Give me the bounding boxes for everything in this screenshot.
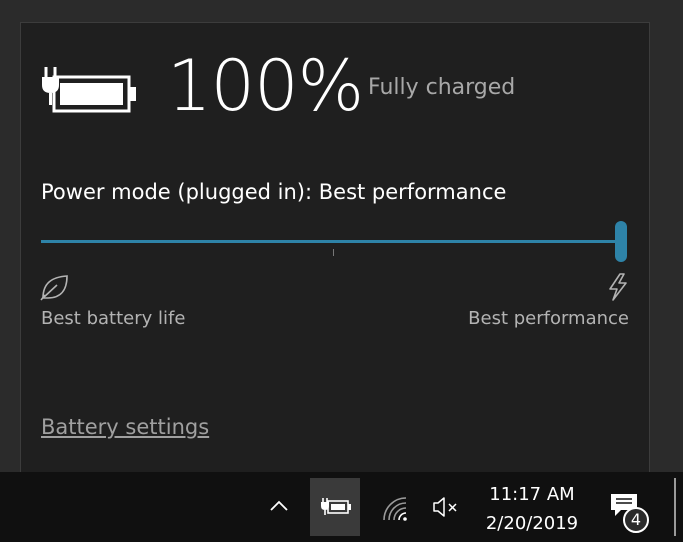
battery-plugged-icon: [41, 63, 141, 119]
slider-track[interactable]: [41, 240, 621, 243]
lightning-bolt-icon: [606, 273, 630, 305]
chevron-up-icon[interactable]: [268, 498, 290, 518]
slider-thumb[interactable]: [615, 221, 627, 262]
battery-tray-button[interactable]: [310, 478, 360, 536]
best-battery-life-label: Best battery life: [41, 308, 186, 329]
show-desktop-edge[interactable]: [674, 478, 676, 536]
power-mode-title: Power mode (plugged in): Best performanc…: [41, 180, 507, 204]
battery-status: Fully charged: [368, 75, 516, 100]
battery-percentage: 100%: [167, 45, 364, 127]
notification-count-badge: 4: [623, 507, 649, 533]
power-mode-slider[interactable]: [41, 221, 631, 266]
clock-time[interactable]: 11:17 AM: [480, 484, 584, 505]
battery-settings-link[interactable]: Battery settings: [41, 415, 209, 439]
battery-flyout: 100% Fully charged Power mode (plugged i…: [20, 22, 650, 472]
volume-muted-icon[interactable]: [432, 496, 460, 522]
clock-date[interactable]: 2/20/2019: [480, 513, 584, 534]
slider-tick: [333, 249, 334, 256]
battery-plugged-icon: [320, 496, 352, 522]
taskbar: 11:17 AM 2/20/2019 4: [0, 472, 683, 542]
best-performance-label: Best performance: [468, 308, 629, 329]
wifi-icon[interactable]: [380, 494, 408, 526]
leaf-icon: [40, 273, 70, 305]
